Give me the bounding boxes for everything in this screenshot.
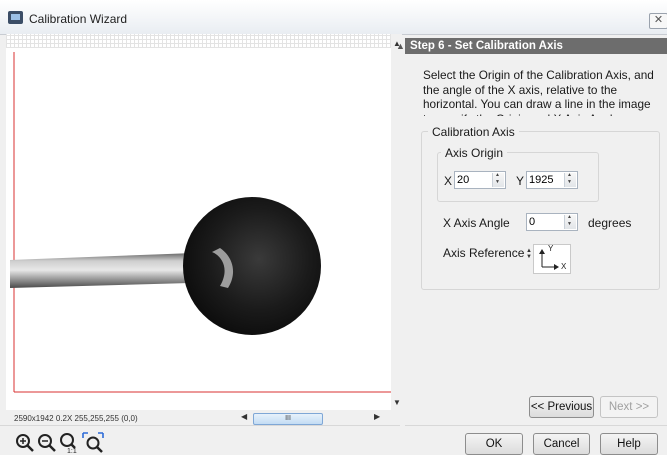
origin-y-stepper[interactable] xyxy=(526,171,578,189)
scroll-right-arrow-icon[interactable]: ▶ xyxy=(374,412,380,421)
horizontal-scrollbar[interactable]: ◀ III ▶ xyxy=(238,411,383,425)
spin-arrows-icon[interactable] xyxy=(492,172,504,187)
ok-button[interactable]: OK xyxy=(465,433,523,455)
divider xyxy=(0,425,400,426)
previous-button[interactable]: << Previous xyxy=(529,396,594,418)
window-title: Calibration Wizard xyxy=(29,12,128,26)
axis-reference-y-label: Y xyxy=(548,244,554,253)
x-axis-angle-input[interactable] xyxy=(529,215,559,229)
close-button[interactable]: ✕ xyxy=(649,13,667,29)
axis-reference-box: Y X xyxy=(533,244,571,274)
probe-ball xyxy=(183,197,321,335)
degrees-unit-label: degrees xyxy=(588,216,632,230)
axis-reference-label: Axis Reference xyxy=(443,246,525,260)
scroll-down-arrow-icon[interactable]: ▼ xyxy=(393,398,401,407)
calibration-image xyxy=(10,52,398,393)
scroll-thumb[interactable]: III xyxy=(253,413,323,425)
axis-reference-x-label: X xyxy=(561,262,567,271)
x-axis-angle-stepper[interactable] xyxy=(526,213,578,231)
image-viewer[interactable] xyxy=(6,34,399,410)
axis-origin-group-label: Axis Origin xyxy=(441,146,508,160)
vertical-scrollbar[interactable]: ▲ ▼ xyxy=(391,34,402,410)
next-button[interactable]: Next >> xyxy=(600,396,658,418)
footer-divider xyxy=(405,425,667,426)
title-bar: Calibration Wizard ✕ xyxy=(0,0,667,35)
origin-x-input[interactable] xyxy=(457,173,487,187)
axis-reference-spin-icon[interactable]: ▲ ▼ xyxy=(526,248,532,260)
scroll-left-arrow-icon[interactable]: ◀ xyxy=(241,412,247,421)
zoom-fit-icon[interactable] xyxy=(82,432,104,454)
zoom-1to1-icon[interactable]: 1:1 xyxy=(58,432,80,454)
origin-x-stepper[interactable] xyxy=(454,171,506,189)
x-axis-angle-label: X Axis Angle xyxy=(443,216,510,230)
spin-arrows-icon[interactable] xyxy=(564,214,576,229)
y-label: Y xyxy=(516,174,525,188)
step-title: Step 6 - Set Calibration Axis xyxy=(405,38,667,54)
step-instructions: Select the Origin of the Calibration Axi… xyxy=(423,68,654,116)
image-status: 2590x1942 0.2X 255,255,255 (0,0) xyxy=(14,414,138,423)
cancel-button[interactable]: Cancel xyxy=(533,433,590,455)
spin-arrows-icon[interactable] xyxy=(564,172,576,187)
zoom-in-icon[interactable] xyxy=(14,432,36,454)
collapse-arrow-icon[interactable]: ▲ xyxy=(396,41,405,51)
calibration-axis-group-label: Calibration Axis xyxy=(428,125,519,139)
zoom-out-icon[interactable] xyxy=(36,432,58,454)
x-label: X xyxy=(444,174,453,188)
svg-text:1:1: 1:1 xyxy=(67,448,77,454)
app-icon xyxy=(8,11,23,24)
origin-y-input[interactable] xyxy=(529,173,559,187)
axis-reference-selector[interactable]: ▲ ▼ Y X xyxy=(525,244,571,274)
help-button[interactable]: Help xyxy=(600,433,658,455)
